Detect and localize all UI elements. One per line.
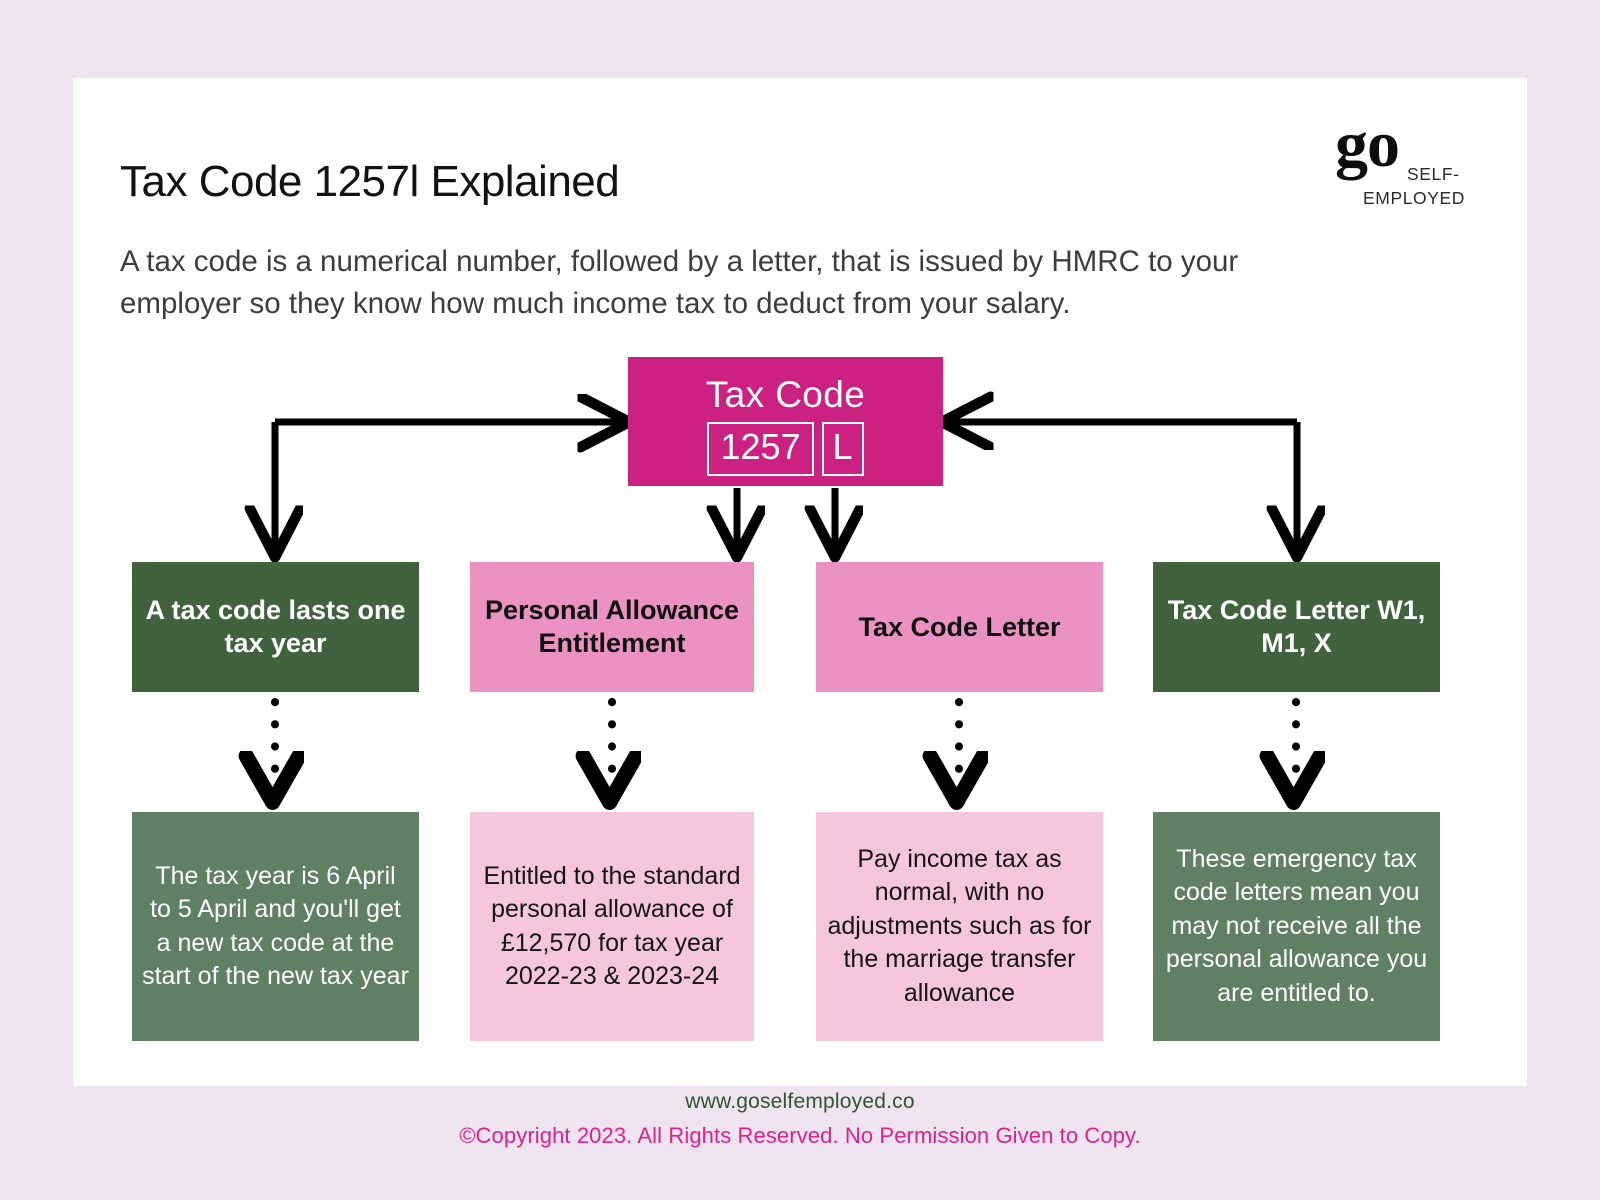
node-detail-2[interactable]: Pay income tax as normal, with no adjust… xyxy=(816,812,1103,1041)
node-detail-3[interactable]: These emergency tax code letters mean yo… xyxy=(1153,812,1440,1041)
category-label-1: Personal Allowance Entitlement xyxy=(484,595,740,658)
infographic-card: Tax Code 1257l Explained A tax code is a… xyxy=(73,78,1527,1086)
page-title: Tax Code 1257l Explained xyxy=(120,157,620,207)
logo-self-line: SELF- xyxy=(1407,164,1460,184)
detail-text-0: The tax year is 6 April to 5 April and y… xyxy=(142,861,409,991)
detail-text-3: These emergency tax code letters mean yo… xyxy=(1165,844,1428,1007)
footer-copyright: ©Copyright 2023. All Rights Reserved. No… xyxy=(459,1123,1141,1148)
node-tax-code-root[interactable]: Tax Code 1257 L xyxy=(628,357,943,486)
root-label: Tax Code xyxy=(705,373,866,415)
brand-logo: go SELF- EMPLOYED xyxy=(1335,112,1475,215)
intro-paragraph: A tax code is a numerical number, follow… xyxy=(120,244,1239,320)
node-category-3[interactable]: Tax Code Letter W1, M1, X xyxy=(1153,562,1440,692)
detail-text-1: Entitled to the standard personal allowa… xyxy=(483,861,741,991)
logo-wordmark: go xyxy=(1335,108,1400,181)
node-detail-0[interactable]: The tax year is 6 April to 5 April and y… xyxy=(132,812,419,1041)
footer-website-url[interactable]: www.goselfemployed.co xyxy=(0,1090,1600,1114)
node-category-1[interactable]: Personal Allowance Entitlement xyxy=(470,562,754,692)
category-label-3: Tax Code Letter W1, M1, X xyxy=(1167,595,1426,658)
tax-code-number-chip: 1257 xyxy=(707,421,814,476)
footer: www.goselfemployed.co ©Copyright 2023. A… xyxy=(0,1090,1600,1149)
category-label-2: Tax Code Letter xyxy=(858,611,1061,642)
tax-code-letter-chip: L xyxy=(821,421,864,476)
node-category-2[interactable]: Tax Code Letter xyxy=(816,562,1103,692)
tax-code-chips: 1257 L xyxy=(707,421,864,476)
logo-employed-line: EMPLOYED xyxy=(1363,188,1466,208)
detail-text-2: Pay income tax as normal, with no adjust… xyxy=(827,844,1092,1007)
category-label-0: A tax code lasts one tax year xyxy=(145,595,406,658)
node-category-0[interactable]: A tax code lasts one tax year xyxy=(132,562,419,692)
node-detail-1[interactable]: Entitled to the standard personal allowa… xyxy=(470,812,754,1041)
